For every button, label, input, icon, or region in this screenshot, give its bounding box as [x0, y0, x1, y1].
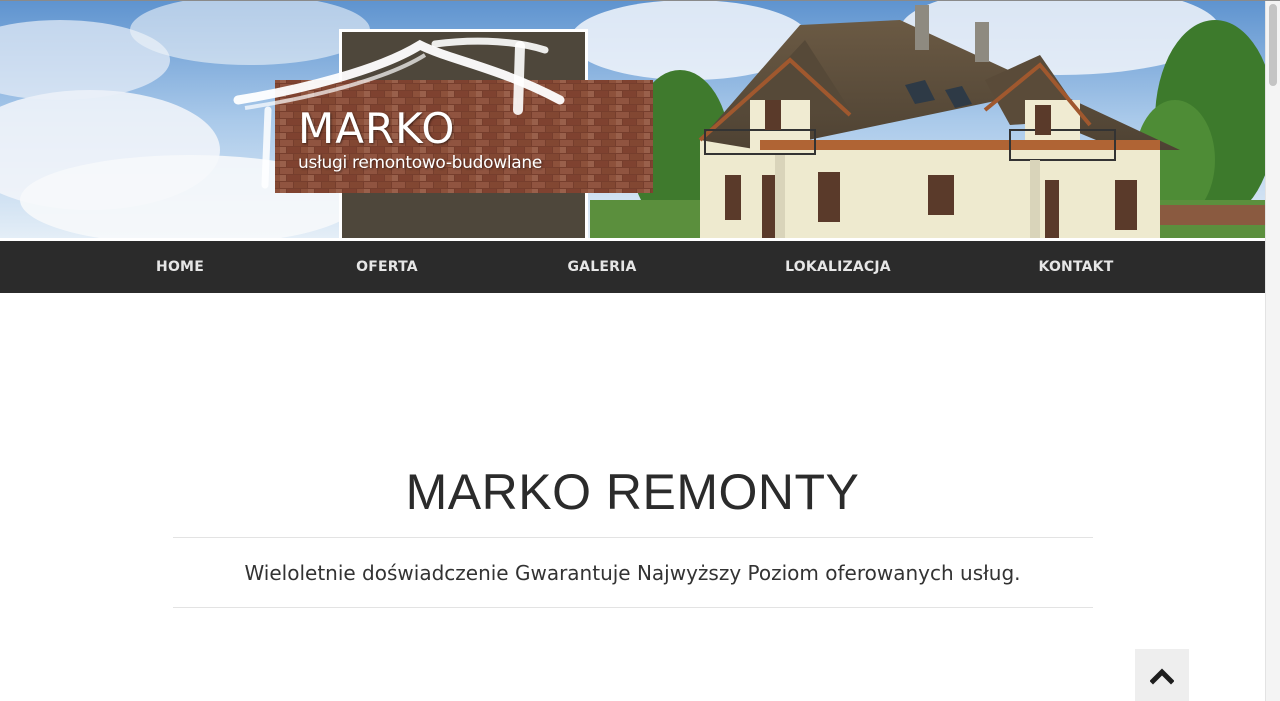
nav-item-oferta[interactable]: OFERTA: [356, 241, 418, 293]
nav-item-galeria[interactable]: GALERIA: [567, 241, 636, 293]
page-scrollbar[interactable]: [1265, 0, 1280, 701]
nav-item-home[interactable]: HOME: [156, 241, 204, 293]
window-top-border: [0, 0, 1280, 1]
back-to-top-button[interactable]: [1135, 649, 1189, 701]
chevron-up-icon: [1150, 668, 1174, 685]
logo-tagline: usługi remontowo-budowlane: [298, 153, 543, 173]
nav-item-lokalizacja[interactable]: LOKALIZACJA: [785, 241, 891, 293]
page: MARKO usługi remontowo-budowlane HOME OF…: [0, 0, 1265, 701]
logo-name: MARKO: [298, 104, 456, 153]
divider-bottom: [173, 607, 1093, 608]
main-navigation: HOME OFERTA GALERIA LOKALIZACJA KONTAKT: [0, 241, 1265, 293]
header-banner: MARKO usługi remontowo-budowlane: [0, 0, 1265, 241]
banner-illustration: [0, 0, 1265, 238]
divider-top: [173, 537, 1093, 538]
nav-item-kontakt[interactable]: KONTAKT: [1039, 241, 1114, 293]
page-subtitle: Wieloletnie doświadczenie Gwarantuje Naj…: [244, 561, 1021, 585]
page-title: MARKO REMONTY: [405, 464, 860, 520]
scrollbar-thumb[interactable]: [1269, 4, 1277, 86]
